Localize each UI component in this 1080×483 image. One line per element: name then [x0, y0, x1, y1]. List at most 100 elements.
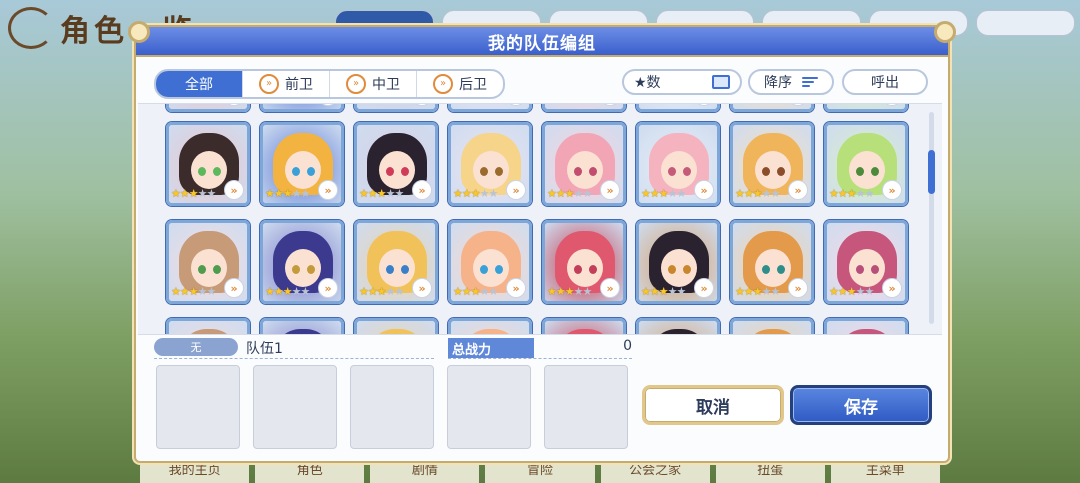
tab-all[interactable]: 全部	[156, 71, 243, 97]
character-eye	[856, 167, 864, 176]
character-card[interactable]: ★★★★★»	[542, 104, 626, 112]
character-card[interactable]: ★★★★★»	[542, 220, 626, 304]
star-icon: ★	[462, 104, 472, 105]
sort-by-button[interactable]: ★数	[622, 69, 742, 95]
team-slot[interactable]	[447, 365, 531, 449]
scrollbar-thumb[interactable]	[928, 150, 935, 194]
character-card[interactable]: ★★★★★»	[354, 220, 438, 304]
star-icon: ★	[829, 187, 839, 200]
character-card[interactable]: ★★★★★»	[166, 122, 250, 206]
star-icon: ★	[273, 285, 284, 298]
star-rating: ★★★★★	[265, 104, 310, 105]
grid-scrollbar[interactable]	[928, 112, 935, 324]
star-icon: ★	[770, 187, 781, 200]
character-card[interactable]: ★★★★★»	[542, 318, 626, 334]
character-card[interactable]: ★★★★★»	[448, 318, 532, 334]
character-eye	[480, 265, 488, 274]
character-card[interactable]: ★★★★★»	[448, 104, 532, 112]
team-slot[interactable]	[544, 365, 628, 449]
star-rating: ★★★★★	[453, 187, 498, 200]
star-icon: ★	[171, 104, 181, 105]
star-rating: ★★★★★	[453, 104, 498, 105]
character-card[interactable]: ★★★★★»	[354, 318, 438, 334]
character-row: ★★★★★» ★★★★★» ★★★★★» ★★★★★» ★★★★★» ★★★★★» ★★★★…	[166, 318, 908, 334]
character-eye	[668, 265, 676, 274]
power-divider	[448, 358, 632, 359]
character-row: ★★★★★»★★★★★»★★★★★»★★★★★»★★★★★»★★★★★»★★★★…	[166, 220, 908, 304]
tab-label: 全部	[185, 77, 213, 93]
team-divider	[154, 358, 434, 359]
character-grid[interactable]: ★ ★ ★ ★ ★» ★ ★ ★ ★ ★» ★ ★ ★ ★ ★» ★ ★ ★ ★ ★» ★ ★ ★ ★ ★» ★ ★ ★ ★ ★» ★ ★ ★ ★…	[138, 103, 942, 335]
character-face	[379, 249, 415, 287]
star-icon: ★	[743, 187, 754, 200]
character-card[interactable]: ★★★★★»	[730, 220, 814, 304]
character-card[interactable]: ★★★★★»	[448, 122, 532, 206]
character-eye	[480, 167, 488, 176]
order-label: 降序	[764, 75, 792, 91]
tab-front[interactable]: » 前卫	[243, 71, 330, 97]
character-card[interactable]: ★★★★★»	[166, 104, 250, 112]
character-hair	[837, 329, 897, 334]
character-face	[191, 151, 227, 189]
position-badge-icon: »	[318, 180, 338, 200]
character-card[interactable]: ★★★★★»	[824, 104, 908, 112]
star-icon: ★	[649, 187, 660, 200]
position-badge-icon: »	[600, 278, 620, 298]
character-portrait	[263, 321, 341, 334]
character-card[interactable]: ★★★★★»	[730, 318, 814, 334]
team-name[interactable]: 队伍1	[246, 338, 283, 358]
character-card[interactable]: ★★★★★»	[824, 220, 908, 304]
team-slot[interactable]	[156, 365, 240, 449]
team-slot[interactable]	[253, 365, 337, 449]
star-icon: ★	[582, 187, 593, 200]
character-card[interactable]: ★★★★★»	[824, 122, 908, 206]
character-card[interactable]: ★★★★★»	[730, 122, 814, 206]
character-card[interactable]: ★★★★★»	[166, 220, 250, 304]
character-card[interactable]: ★★★★★»	[260, 220, 344, 304]
tab-label: 中卫	[372, 77, 400, 93]
character-card[interactable]: ★★★★★»	[636, 318, 720, 334]
character-card[interactable]: ★★★★★»	[542, 122, 626, 206]
star-icon: ★	[659, 104, 669, 105]
star-icon: ★	[265, 187, 275, 200]
star-rating: ★★★★★	[171, 188, 216, 199]
save-button[interactable]: 保存	[790, 385, 932, 425]
sort-label: ★数	[634, 75, 661, 91]
character-face	[285, 151, 321, 189]
tab-middle[interactable]: » 中卫	[330, 71, 417, 97]
star-icon: ★	[735, 187, 745, 200]
total-power-label: 总战力	[448, 338, 534, 358]
star-icon: ★	[752, 285, 763, 298]
star-icon: ★	[453, 104, 463, 105]
descending-order-icon	[802, 77, 818, 87]
star-icon: ★	[479, 187, 490, 200]
character-card[interactable]: ★★★★★»	[448, 220, 532, 304]
team-slot[interactable]	[350, 365, 434, 449]
character-card[interactable]: ★★★★★»	[166, 318, 250, 334]
character-face	[567, 151, 603, 189]
character-card[interactable]: ★★★★★»	[354, 122, 438, 206]
star-icon: ★	[273, 187, 284, 200]
character-card[interactable]: ★★★★★»	[260, 318, 344, 334]
character-card[interactable]: ★★★★★»	[636, 104, 720, 112]
cancel-button[interactable]: 取消	[642, 385, 784, 425]
character-eye	[589, 167, 597, 176]
character-card[interactable]: ★★★★★»	[824, 318, 908, 334]
character-card[interactable]: ★★★★★»	[260, 104, 344, 112]
character-card[interactable]: ★★★★★»	[354, 104, 438, 112]
remove-all-button[interactable]: 呼出	[842, 69, 928, 95]
character-card[interactable]: ★★★★★»	[636, 220, 720, 304]
corner-ornament-icon	[934, 21, 956, 43]
star-icon: ★	[837, 285, 848, 298]
sort-order-button[interactable]: 降序	[748, 69, 834, 95]
star-icon: ★	[564, 285, 575, 298]
character-portrait	[733, 321, 811, 334]
character-card[interactable]: ★★★★★»	[730, 104, 814, 112]
tab-back[interactable]: » 后卫	[417, 71, 503, 97]
character-face	[473, 151, 509, 189]
team-edit-dialog: 我的队伍编组 全部 » 前卫 » 中卫 » 后卫 ★数 降序 呼出 ★ ★ ★ ★ ★»…	[128, 21, 956, 463]
star-rating: ★★★★★	[171, 104, 216, 105]
character-card[interactable]: ★★★★★»	[636, 122, 720, 206]
character-face	[379, 151, 415, 189]
character-card[interactable]: ★★★★★»	[260, 122, 344, 206]
